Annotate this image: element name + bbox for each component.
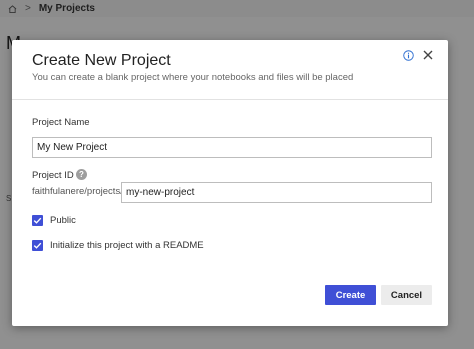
readme-label: Initialize this project with a README [50, 240, 204, 251]
project-name-label: Project Name [32, 117, 90, 128]
project-id-input[interactable] [121, 182, 432, 203]
close-icon[interactable] [421, 48, 435, 62]
public-label: Public [50, 215, 76, 226]
checkmark-icon [33, 217, 42, 224]
readme-checkbox[interactable] [32, 240, 43, 251]
create-project-dialog: Create New Project You can create a blan… [12, 40, 448, 326]
cancel-button[interactable]: Cancel [381, 285, 432, 305]
create-button[interactable]: Create [325, 285, 376, 305]
project-id-prefix: faithfulanere/projects/ [32, 186, 123, 197]
info-icon[interactable] [403, 50, 414, 61]
header-divider [12, 99, 448, 100]
checkmark-icon [33, 242, 42, 249]
public-checkbox[interactable] [32, 215, 43, 226]
project-name-input[interactable] [32, 137, 432, 158]
dialog-title: Create New Project [32, 52, 171, 69]
dialog-subtitle: You can create a blank project where you… [32, 72, 354, 83]
help-icon[interactable]: ? [76, 169, 87, 180]
project-id-label: Project ID [32, 170, 74, 181]
